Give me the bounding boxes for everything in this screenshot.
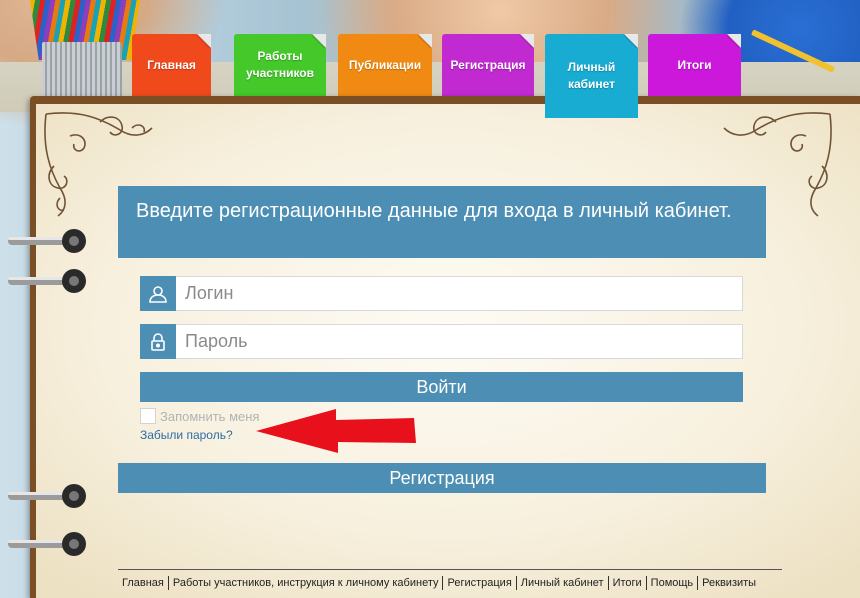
footer-link-registration[interactable]: Регистрация [443,576,515,590]
footer-link-works[interactable]: Работы участников, инструкция к личному … [169,576,443,590]
tab-personal-cabinet-label: Личный кабинет [567,60,616,91]
tab-home[interactable]: Главная [132,34,211,96]
footer-link-home[interactable]: Главная [118,576,168,590]
spiral-ring [8,532,86,556]
user-icon [140,276,176,311]
footer-divider [118,569,782,570]
footer-nav: Главная Работы участников, инструкция к … [118,574,760,592]
password-field[interactable] [140,324,743,359]
forgot-password-link[interactable]: Забыли пароль? [140,428,233,442]
footer-link-requisites[interactable]: Реквизиты [698,576,760,590]
tab-works[interactable]: Работы участников [234,34,326,96]
spiral-ring [8,269,86,293]
remember-me-checkbox[interactable] [140,408,156,424]
tab-results-label: Итоги [677,57,712,72]
tab-publications[interactable]: Публикации [338,34,432,96]
tab-registration[interactable]: Регистрация [442,34,534,96]
login-field[interactable] [140,276,743,311]
pencil-cup-image [42,42,122,100]
footer-link-personal-cabinet[interactable]: Личный кабинет [517,576,608,590]
remember-me[interactable]: Запомнить меня [140,408,259,424]
tab-publications-label: Публикации [348,57,422,72]
login-input[interactable] [177,277,742,310]
tab-registration-label: Регистрация [450,57,526,72]
tab-results[interactable]: Итоги [648,34,741,96]
tab-works-label: Работы участников [245,49,315,80]
tab-home-label: Главная [147,57,196,72]
spiral-ring [8,484,86,508]
login-button[interactable]: Войти [140,372,743,402]
spiral-ring [8,229,86,253]
footer-link-help[interactable]: Помощь [647,576,698,590]
footer-link-results[interactable]: Итоги [609,576,646,590]
tab-personal-cabinet[interactable]: Личный кабинет [545,34,638,118]
password-input[interactable] [177,325,742,358]
lock-icon [140,324,176,359]
register-button[interactable]: Регистрация [118,463,766,493]
login-heading: Введите регистрационные данные для входа… [118,186,766,258]
red-arrow-annotation [256,409,416,453]
remember-me-label: Запомнить меня [160,408,260,424]
